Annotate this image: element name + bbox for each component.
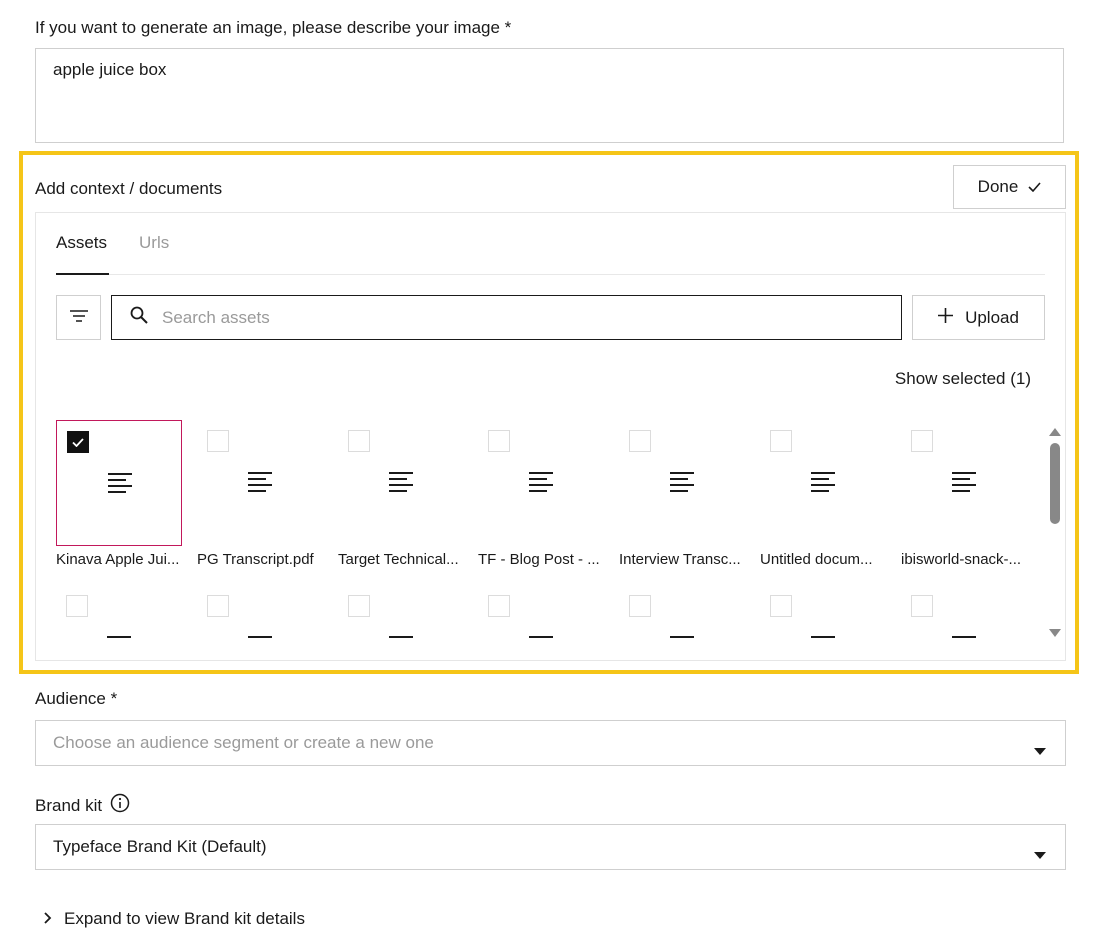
asset-thumbnail[interactable] [760, 420, 886, 546]
asset-checkbox[interactable] [629, 595, 651, 617]
audience-label: Audience * [35, 689, 117, 709]
asset-checkbox[interactable] [911, 595, 933, 617]
brand-kit-label-row: Brand kit [35, 793, 130, 818]
asset-name: Interview Transc... [619, 551, 746, 568]
asset-checkbox[interactable] [770, 430, 792, 452]
search-icon [130, 306, 148, 329]
document-icon [529, 472, 553, 499]
show-selected-link[interactable]: Show selected (1) [895, 369, 1031, 389]
document-icon [811, 472, 835, 499]
asset-checkbox[interactable] [66, 595, 88, 617]
asset-checkbox[interactable] [911, 430, 933, 452]
asset-name: Kinava Apple Jui... [56, 551, 183, 568]
scroll-down-arrow[interactable] [1048, 625, 1062, 643]
document-icon [670, 472, 694, 499]
document-icon [248, 636, 272, 638]
asset-checkbox[interactable] [207, 430, 229, 452]
tab-active-indicator [56, 273, 109, 275]
upload-button[interactable]: Upload [912, 295, 1045, 340]
document-icon [529, 636, 553, 638]
audience-placeholder: Choose an audience segment or create a n… [53, 733, 434, 753]
tab-assets[interactable]: Assets [56, 233, 107, 253]
asset-thumbnail[interactable] [619, 420, 745, 546]
asset-grid: Kinava Apple Jui... PG Transcript.pdf Ta… [56, 420, 1040, 660]
document-icon [952, 472, 976, 499]
asset-name: PG Transcript.pdf [197, 551, 324, 568]
search-input[interactable] [160, 307, 864, 329]
asset-thumbnail[interactable] [338, 420, 464, 546]
asset-name: TF - Blog Post - ... [478, 551, 605, 568]
filter-button[interactable] [56, 295, 101, 340]
asset-name: Target Technical... [338, 551, 465, 568]
check-icon [1028, 177, 1041, 197]
expand-brand-kit-toggle[interactable]: Expand to view Brand kit details [44, 909, 305, 929]
brand-kit-label: Brand kit [35, 796, 102, 816]
plus-icon [938, 308, 953, 328]
done-label: Done [978, 177, 1019, 197]
caret-down-icon [1034, 844, 1046, 864]
info-icon[interactable] [110, 793, 130, 818]
caret-down-icon [1034, 740, 1046, 760]
filter-icon [70, 309, 88, 327]
chevron-right-icon [44, 909, 52, 929]
asset-checkbox[interactable] [488, 430, 510, 452]
document-icon [108, 473, 132, 500]
tab-divider [56, 274, 1045, 275]
asset-checkbox[interactable] [348, 595, 370, 617]
brand-kit-select[interactable]: Typeface Brand Kit (Default) [35, 824, 1066, 870]
document-icon [389, 636, 413, 638]
upload-label: Upload [965, 308, 1019, 328]
asset-checkbox[interactable] [348, 430, 370, 452]
scrollbar-thumb[interactable] [1050, 443, 1060, 524]
image-prompt-textarea[interactable]: apple juice box [35, 48, 1064, 143]
document-icon [389, 472, 413, 499]
document-icon [107, 636, 131, 638]
tab-urls[interactable]: Urls [139, 233, 169, 253]
document-icon [952, 636, 976, 638]
search-box[interactable] [111, 295, 902, 340]
asset-checkbox[interactable] [488, 595, 510, 617]
asset-name: Untitled docum... [760, 551, 887, 568]
document-icon [811, 636, 835, 638]
asset-thumbnail[interactable] [901, 420, 1027, 546]
image-prompt-label: If you want to generate an image, please… [35, 18, 511, 38]
asset-thumbnail[interactable] [56, 420, 182, 546]
expand-label: Expand to view Brand kit details [64, 909, 305, 929]
asset-thumbnail[interactable] [478, 420, 604, 546]
audience-select[interactable]: Choose an audience segment or create a n… [35, 720, 1066, 766]
brand-kit-value: Typeface Brand Kit (Default) [53, 837, 267, 857]
asset-checkbox[interactable] [629, 430, 651, 452]
asset-checkbox[interactable] [770, 595, 792, 617]
asset-name: ibisworld-snack-... [901, 551, 1028, 568]
asset-checkbox[interactable] [207, 595, 229, 617]
document-icon [248, 472, 272, 499]
asset-checkbox[interactable] [67, 431, 89, 453]
document-icon [670, 636, 694, 638]
context-title: Add context / documents [35, 179, 222, 199]
asset-thumbnail[interactable] [197, 420, 323, 546]
scroll-up-arrow[interactable] [1048, 424, 1062, 442]
done-button[interactable]: Done [953, 165, 1066, 209]
